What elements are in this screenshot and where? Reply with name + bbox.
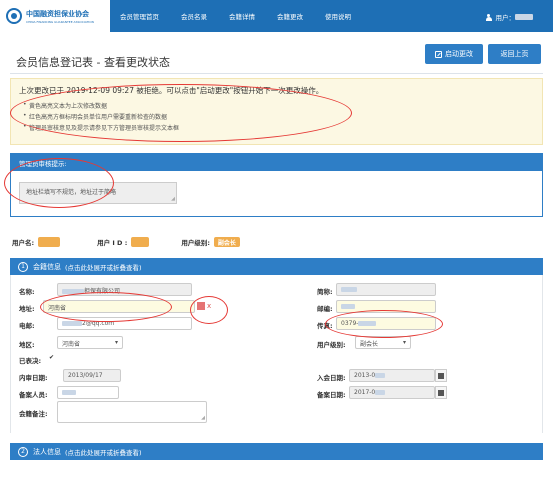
section-membership-header[interactable]: 1 会籍信息 (点击此处展开或折叠查看) [10, 258, 543, 275]
postcode-label: 邮编: [317, 305, 333, 313]
error-marker [197, 302, 205, 310]
admin-review-text: 地址栏填写不规范，地址过于简略 ◢ [19, 182, 177, 204]
voted-label: 已表决: [19, 357, 42, 365]
start-change-label: 启动更改 [445, 50, 473, 58]
start-change-button[interactable]: 启动更改 [425, 44, 483, 64]
logo-icon [6, 8, 22, 24]
record-date-label: 备案日期: [317, 391, 346, 399]
section-number-badge: 1 [18, 261, 28, 272]
short-name-field[interactable] [336, 283, 436, 296]
section-title: 法人信息 [33, 447, 61, 456]
logo-title: 中国融资担保业协会 [26, 9, 89, 18]
member-note-textarea[interactable]: ◢ [57, 401, 207, 423]
resize-handle-icon[interactable]: ◢ [171, 196, 175, 202]
user-level-label: 用户级别: [181, 239, 210, 247]
nav-membership-details[interactable]: 会籍详情 [229, 11, 255, 21]
username-label: 用户名: [12, 239, 35, 247]
section-note: (点击此处展开或折叠查看) [65, 263, 142, 272]
logo[interactable]: 中国融资担保业协会 CHINA FINANCING GUARANTEE ASSO… [0, 0, 110, 32]
membership-form: 名称: 担保有限公司 简称: 地址: 河南省 x 邮编: 电邮: 2@qq.co… [10, 275, 543, 433]
user-info-row: 用户名: 用户 I D : 用户级别: 副会长 [12, 237, 240, 247]
postcode-field[interactable] [336, 300, 436, 313]
record-date-calendar-button[interactable] [435, 386, 447, 399]
page-title: 会员信息登记表 - 查看更改状态 [16, 56, 170, 69]
user-level-field-label: 用户级别: [317, 341, 346, 349]
title-divider [10, 73, 543, 74]
resize-handle-icon[interactable]: ◢ [201, 415, 205, 421]
user-menu[interactable]: 用户： [485, 12, 533, 22]
calendar-icon [438, 372, 444, 379]
review-date-label: 内审日期: [19, 374, 48, 382]
name-label: 名称: [19, 288, 35, 296]
short-name-label: 简称: [317, 288, 333, 296]
notice-box: 上次更改已于 2019-12-09 09:27 被拒绝。可以点击"启动更改"按钮… [10, 78, 543, 145]
record-date-field[interactable]: 2017-0 [349, 386, 435, 399]
edit-icon [435, 50, 442, 58]
join-date-field[interactable]: 2013-0 [349, 369, 435, 382]
fax-label: 传真: [317, 322, 333, 330]
nav-member-home[interactable]: 会员管理首页 [120, 11, 159, 21]
record-person-label: 备案人员: [19, 391, 48, 399]
admin-review-title: 管理员审核提示: [11, 154, 542, 171]
top-nav: 中国融资担保业协会 CHINA FINANCING GUARANTEE ASSO… [0, 0, 553, 32]
calendar-icon [438, 389, 444, 396]
admin-review-message: 地址栏填写不规范，地址过于简略 [26, 189, 117, 196]
section-note: (点击此处展开或折叠查看) [65, 448, 142, 457]
user-level-select[interactable]: 副会长 [355, 336, 411, 349]
review-date-field[interactable]: 2013/09/17 [63, 369, 121, 382]
address-label: 地址: [19, 305, 35, 313]
region-label: 地区: [19, 341, 35, 349]
nav-member-directory[interactable]: 会员名录 [181, 11, 207, 21]
section-number-badge: 2 [18, 446, 28, 457]
masked-username [515, 14, 533, 20]
nav-membership-change[interactable]: 会籍更改 [277, 11, 303, 21]
username-tag [38, 237, 61, 247]
name-field[interactable]: 担保有限公司 [57, 283, 192, 296]
back-button[interactable]: 返回上页 [488, 44, 541, 64]
member-note-label: 会籍备注: [19, 410, 48, 418]
join-date-label: 入会日期: [317, 374, 346, 382]
notice-list: 黄色高亮文本为上次修改数据 红色高亮方框标明会员单位用户需要重新检查的数据 管理… [19, 101, 534, 132]
region-select[interactable]: 河南省 [57, 336, 123, 349]
notice-item: 黄色高亮文本为上次修改数据 [23, 101, 534, 110]
notice-message: 上次更改已于 2019-12-09 09:27 被拒绝。可以点击"启动更改"按钮… [19, 86, 324, 95]
nav-instructions[interactable]: 使用说明 [325, 11, 351, 21]
notice-item: 管理员审核意见及提示请参见下方管理员审核提示文本框 [23, 123, 534, 132]
section-legal-person-header[interactable]: 2 法人信息 (点击此处展开或折叠查看) [10, 443, 543, 460]
notice-item: 红色高亮方框标明会员单位用户需要重新检查的数据 [23, 112, 534, 121]
record-person-field[interactable] [57, 386, 119, 399]
logo-subtitle: CHINA FINANCING GUARANTEE ASSOCIATION [26, 19, 94, 24]
email-field[interactable]: 2@qq.com [57, 317, 192, 330]
fax-field[interactable]: 0379- [336, 317, 436, 330]
user-level-tag: 副会长 [213, 237, 240, 247]
voted-checkbox[interactable]: ✔ [49, 354, 55, 361]
user-icon [485, 13, 492, 21]
error-x-icon: x [207, 302, 212, 310]
join-date-calendar-button[interactable] [435, 369, 447, 382]
userid-tag [131, 237, 150, 247]
section-title: 会籍信息 [33, 262, 61, 271]
address-field[interactable]: 河南省 [43, 300, 195, 313]
userid-label: 用户 I D : [97, 239, 128, 247]
admin-review-panel: 管理员审核提示: 地址栏填写不规范，地址过于简略 ◢ [10, 153, 543, 217]
user-label: 用户： [495, 14, 516, 22]
email-label: 电邮: [19, 322, 35, 330]
